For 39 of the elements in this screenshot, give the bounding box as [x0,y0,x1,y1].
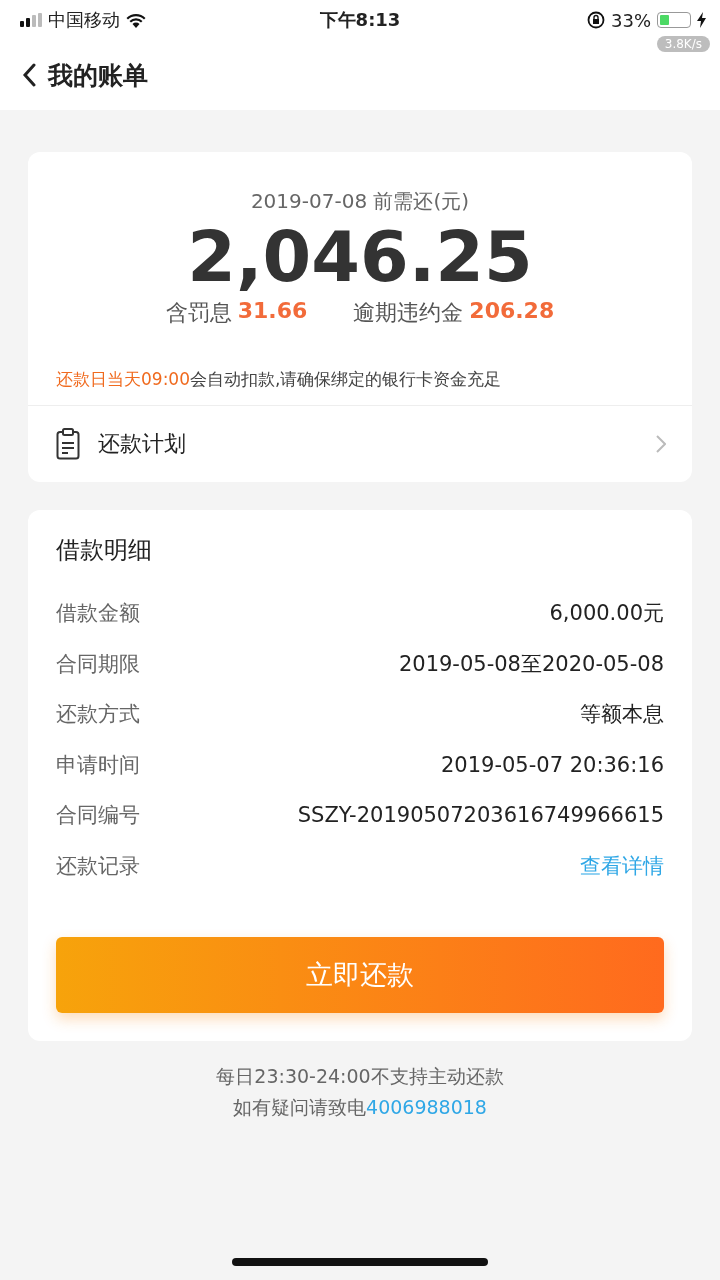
detail-label: 还款方式 [56,701,140,729]
view-details-link[interactable]: 查看详情 [580,851,664,880]
plan-label: 还款计划 [98,430,187,458]
detail-label: 还款记录 [56,852,140,880]
page-title: 我的账单 [48,59,148,92]
section-title: 借款明细 [56,535,153,566]
rotation-lock-icon [587,11,605,29]
repay-now-button[interactable]: 立即还款 [56,937,664,1013]
detail-label: 合同编号 [56,802,140,830]
detail-label: 合同期限 [56,650,140,678]
detail-label: 申请时间 [56,751,140,779]
detail-value: 2019-05-07 20:36:16 [440,752,664,777]
fee-label: 含罚息 [165,299,232,327]
amount-due: 2,046.25 [187,219,533,296]
detail-label: 借款金额 [56,600,140,628]
fee-value: 206.28 [469,298,555,325]
fee-value: 31.66 [237,298,308,325]
wifi-icon [126,12,146,28]
due-label: 2019-07-08 前需还(元) [250,188,470,215]
detail-value: SSZY-20190507203616749966615 [297,803,664,828]
battery-percent: 33% [611,9,651,31]
detail-value: 2019-05-08至2020-05-08 [398,650,664,678]
contact-text: 如有疑问请致电 [233,1096,367,1118]
signal-icon [20,13,42,27]
repayment-plan-row[interactable]: 还款计划 [28,406,692,482]
charging-icon [697,12,706,28]
back-icon[interactable] [22,63,36,87]
chevron-right-icon [656,435,666,453]
clipboard-icon [56,428,80,460]
fee-label: 逾期违约金 [353,299,464,327]
hours-note: 每日23:30-24:00不支持主动还款 [215,1064,505,1089]
net-speed: 3.8K/s [656,36,710,52]
phone-link[interactable]: 4006988018 [366,1096,487,1118]
battery-icon [657,12,691,28]
clock-time: 下午8:13 [319,8,401,32]
detail-value: 6,000.00元 [549,600,664,628]
detail-value: 等额本息 [580,701,664,729]
autopay-notice: 还款日当天09:00会自动扣款,请确保绑定的银行卡资金充足 [28,368,692,406]
carrier-name: 中国移动 [48,8,120,32]
